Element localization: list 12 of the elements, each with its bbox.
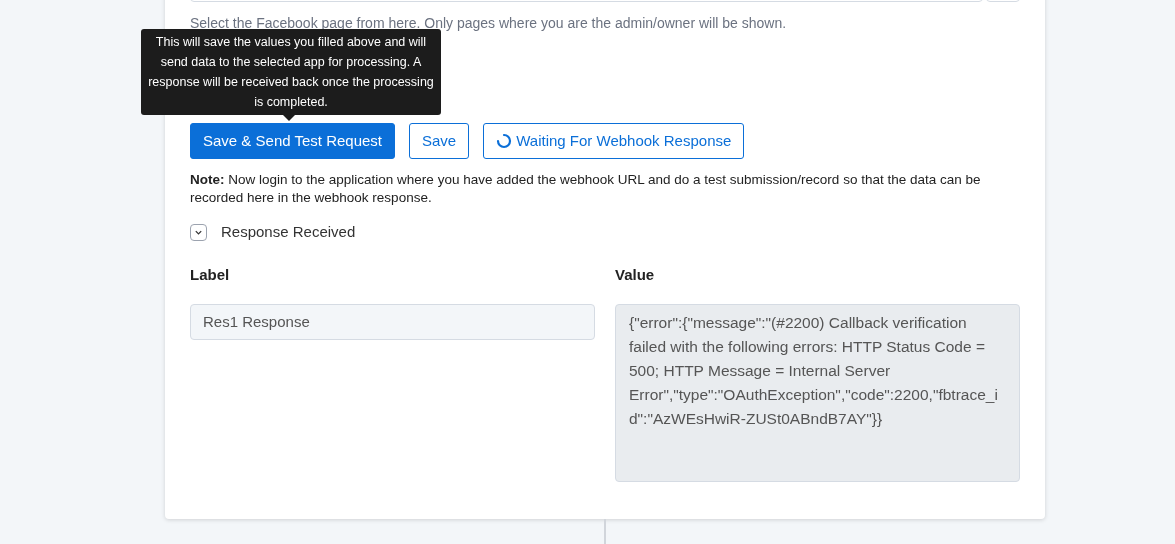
section-title: Response Received: [221, 222, 356, 242]
column-heading: Label: [190, 264, 230, 285]
spinner-icon: [496, 133, 513, 149]
action-button[interactable]: Waiting For Webhook Response: [483, 123, 745, 159]
value-textarea[interactable]: {"error":{"message":"(#2200) Callback verification failed with the following errors: HTTP Status Code = 500; HTTP Message = Internal Server Error","type":"OAuthException","code":2200,"fbtrace_id":"AzWEsHwiR-ZUSt0ABndB7AY"}}: [615, 304, 1020, 482]
column-heading: Value: [615, 264, 655, 285]
collapse-toggle[interactable]: [190, 223, 207, 241]
label-field[interactable]: Res1 Response: [190, 304, 595, 340]
tooltip: This will save the values you filled above and will send data to the selected app for processing. A response will be received back once the processing is completed.: [141, 29, 441, 115]
action-button[interactable]: Save & Send Test Request: [190, 123, 395, 159]
note-text: Note: Now login to the application where you have added the webhook URL and do a test submission/record so that the data can be recorded here in the webhook response.: [190, 171, 982, 207]
action-button[interactable]: Save: [409, 123, 470, 159]
